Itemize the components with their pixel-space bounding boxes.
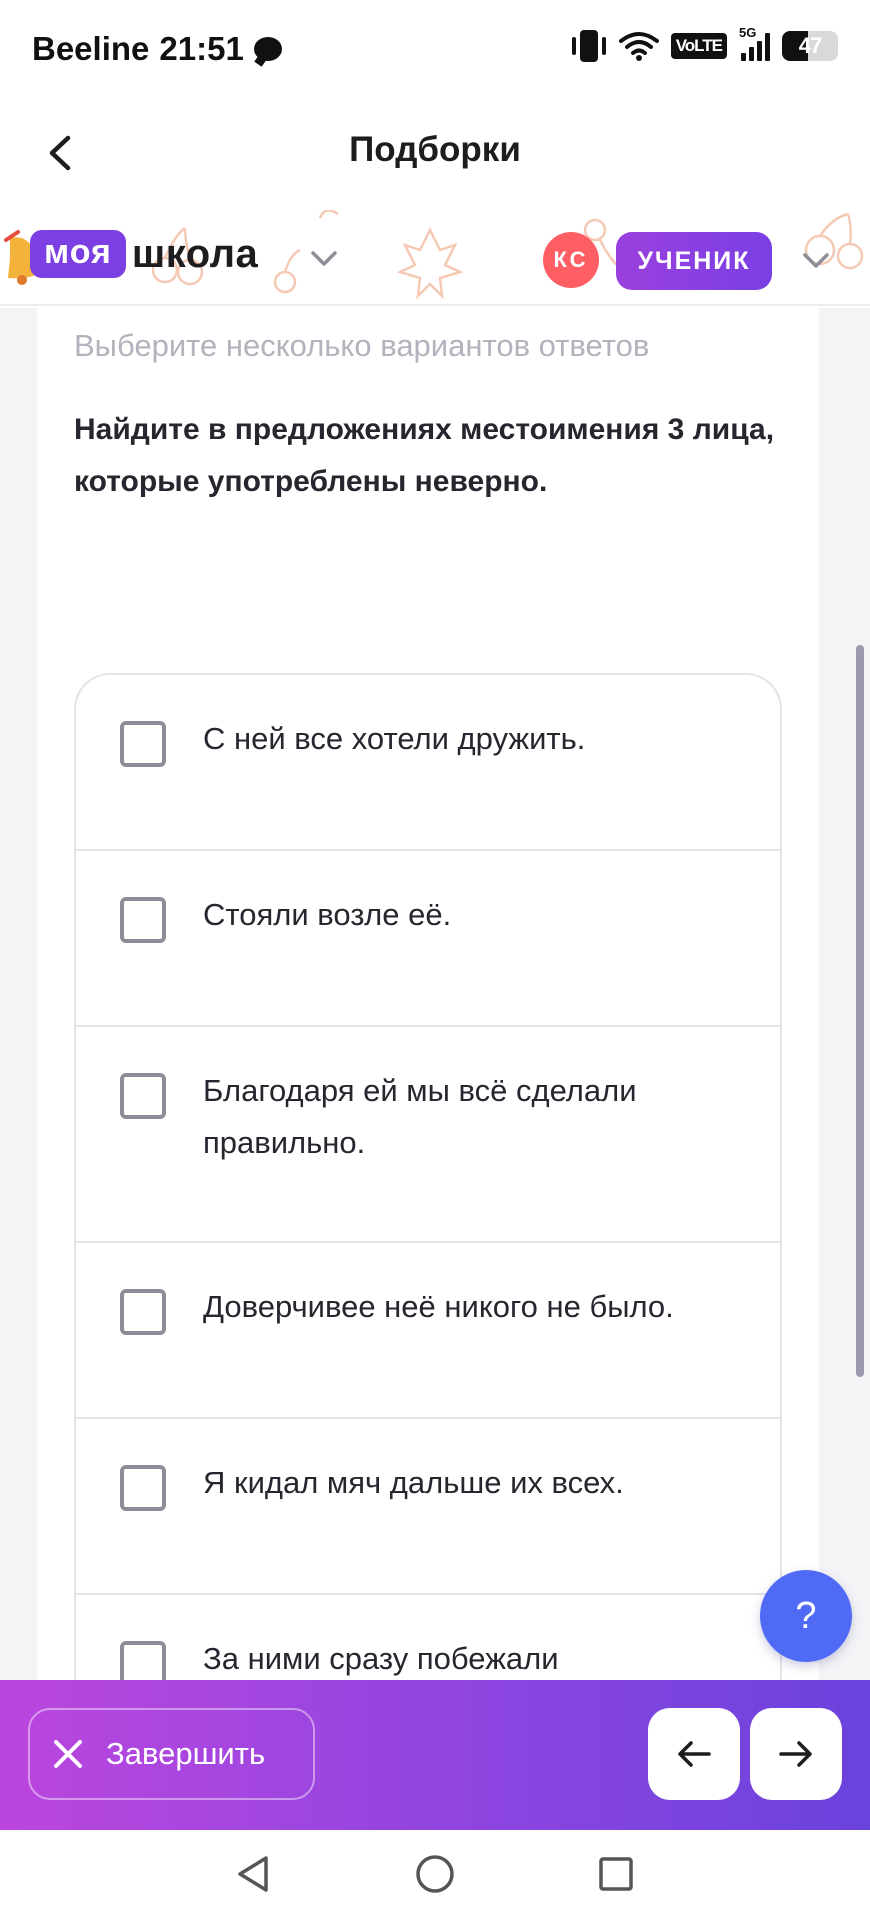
logo-badge: моя	[30, 230, 126, 278]
clock: 21:51	[159, 30, 244, 67]
recents-square-icon[interactable]	[594, 1852, 638, 1896]
chevron-down-icon[interactable]	[305, 244, 343, 272]
answer-options: С ней все хотели дружить. Стояли возле е…	[74, 673, 782, 1771]
chevron-down-icon[interactable]	[797, 246, 835, 274]
help-button[interactable]: ?	[760, 1570, 852, 1662]
checkbox[interactable]	[120, 897, 166, 943]
vibrate-icon	[571, 30, 607, 62]
task-instruction: Выберите несколько вариантов ответов	[74, 328, 650, 363]
carrier-name: Beeline	[32, 30, 150, 67]
brand-logo[interactable]: моя школа	[30, 230, 258, 278]
battery-level: 47	[798, 33, 823, 58]
checkbox[interactable]	[120, 721, 166, 767]
wifi-icon	[618, 32, 659, 61]
page-title: Подборки	[349, 130, 521, 169]
checkbox[interactable]	[120, 1289, 166, 1335]
battery-icon: 47	[782, 31, 838, 61]
role-badge[interactable]: УЧЕНИК	[616, 232, 772, 290]
answer-option[interactable]: Я кидал мяч дальше их всех.	[76, 1419, 780, 1595]
checkbox[interactable]	[120, 1465, 166, 1511]
answer-option[interactable]: С ней все хотели дружить.	[76, 675, 780, 851]
logo-text: школа	[131, 231, 259, 276]
answer-label: За ними сразу побежали	[203, 1641, 559, 1676]
arrow-right-icon	[779, 1741, 812, 1767]
school-header: моя школа КС УЧЕНИК	[0, 210, 870, 306]
finish-label: Завершить	[106, 1736, 266, 1771]
task-card: Выберите несколько вариантов ответов Най…	[37, 308, 819, 1771]
answer-option[interactable]: Стояли возле её.	[76, 851, 780, 1027]
next-button[interactable]	[750, 1708, 842, 1800]
answer-label: С ней все хотели дружить.	[203, 721, 586, 756]
close-icon	[52, 1738, 84, 1770]
scrollbar[interactable]	[856, 645, 864, 1377]
home-circle-icon[interactable]	[413, 1852, 457, 1896]
chat-icon	[253, 37, 282, 61]
signal-icon: 5G	[739, 25, 770, 61]
task-question: Найдите в предложениях местоимения 3 лиц…	[74, 413, 775, 498]
previous-button[interactable]	[648, 1708, 740, 1800]
avatar[interactable]: КС	[543, 232, 599, 288]
checkbox[interactable]	[120, 1073, 166, 1119]
answer-label: Доверчивее неё никого не было.	[203, 1289, 674, 1324]
action-bar: Завершить	[0, 1680, 870, 1830]
finish-button[interactable]: Завершить	[28, 1708, 315, 1800]
arrow-left-icon	[678, 1741, 711, 1767]
answer-label: Я кидал мяч дальше их всех.	[203, 1465, 624, 1500]
back-triangle-icon[interactable]	[232, 1852, 276, 1896]
answer-label: Благодаря ей мы всё сделали правильно.	[203, 1073, 637, 1160]
answer-option[interactable]: Благодаря ей мы всё сделали правильно.	[76, 1027, 780, 1243]
status-bar: Beeline 21:51 VoLTE 5G 47	[0, 0, 870, 100]
volte-icon: VoLTE	[670, 33, 727, 59]
network-type: 5G	[739, 25, 757, 40]
top-navigation: Подборки	[0, 100, 870, 210]
status-right: VoLTE 5G 47	[571, 25, 838, 62]
system-navigation-bar	[0, 1830, 870, 1920]
status-left: Beeline 21:51	[32, 30, 282, 68]
answer-option[interactable]: Доверчивее неё никого не было.	[76, 1243, 780, 1419]
answer-label: Стояли возле её.	[203, 897, 452, 932]
